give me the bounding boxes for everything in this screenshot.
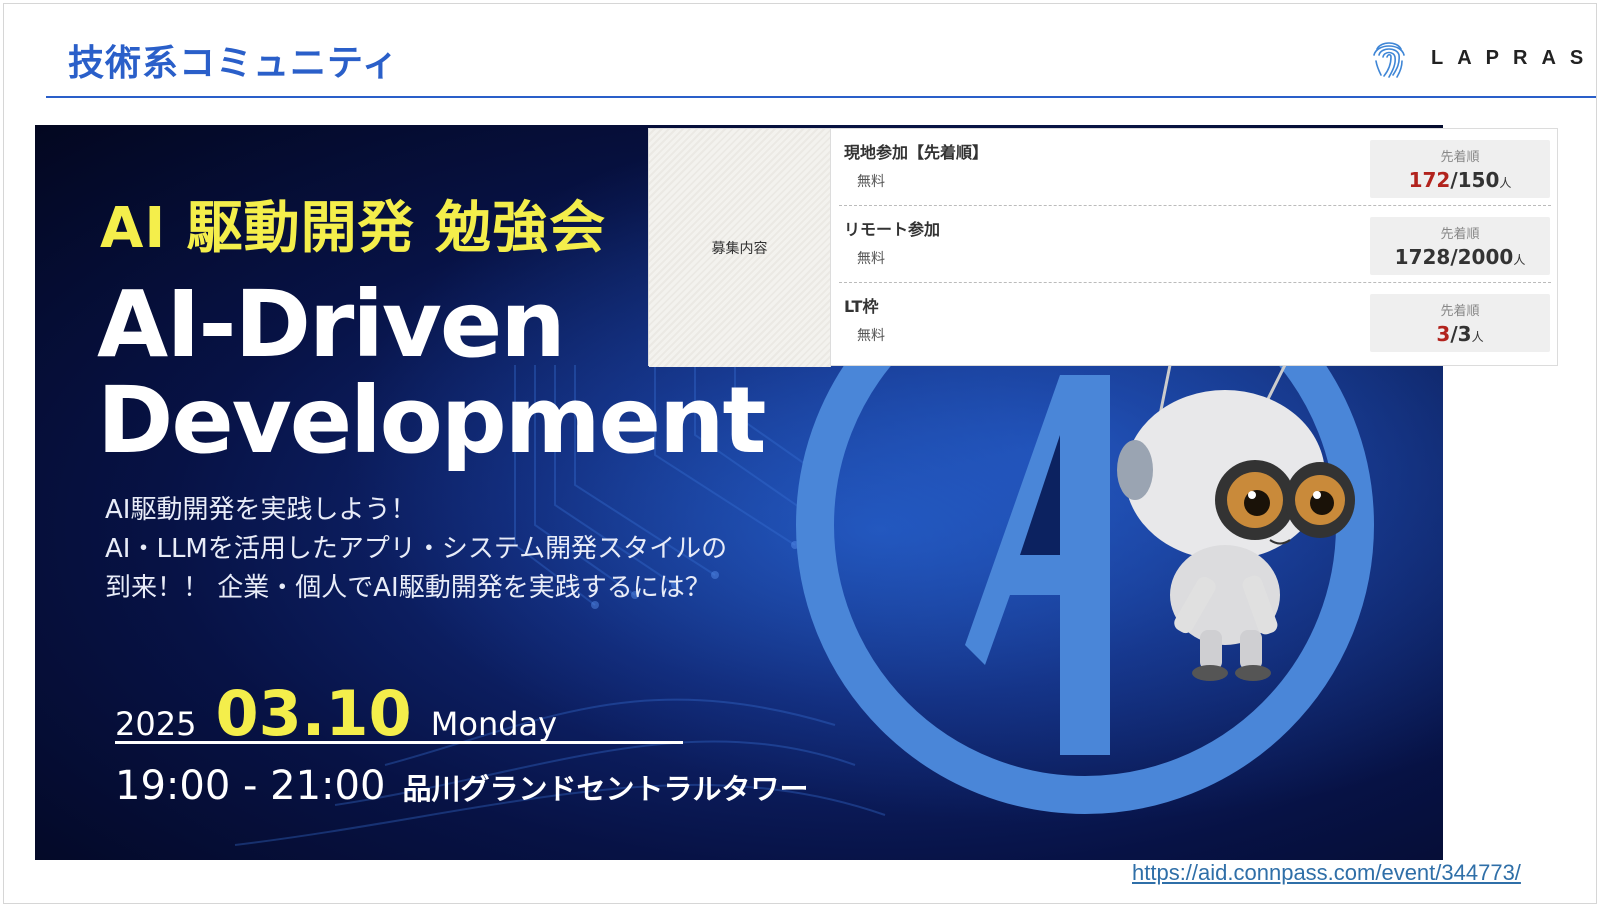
banner-hours: 19:00 - 21:00 [115,763,386,809]
count-unit: 人 [1471,330,1484,344]
banner-month-day: 03.10 [215,677,412,750]
capacity-limit: 3 [1457,322,1472,346]
count-unit: 人 [1513,253,1526,267]
banner-time-venue: 19:00 - 21:00 品川グランドセントラルタワー [115,763,809,809]
banner-divider [115,741,683,744]
banner-desc-line: AI駆動開発を実践しよう！ [105,495,417,525]
capacity-type: 先着順 [1440,227,1480,242]
banner-venue: 品川グランドセントラルタワー [402,772,809,806]
lapras-logo: LAPRAS [1369,34,1597,82]
current-count: 1728 [1394,245,1451,269]
current-count: 172 [1408,168,1451,192]
event-link[interactable]: https://aid.connpass.com/event/344773/ [1132,860,1521,886]
row-name: LT枠 [844,297,879,316]
banner-description: AI駆動開発を実践しよう！ AI・LLMを活用したアプリ・システム開発スタイルの… [105,491,727,608]
count-separator: / [1450,322,1458,346]
count-separator: / [1450,168,1458,192]
logo-wordmark: LAPRAS [1431,46,1597,69]
count-separator: / [1450,245,1458,269]
capacity-limit: 2000 [1457,245,1514,269]
capacity-count: 172/150人 [1370,168,1550,192]
row-fee: 無料 [857,251,885,267]
banner-en-title-line2: Development [97,367,766,474]
capacity-box: 先着順 1728/2000人 [1370,217,1550,275]
banner-desc-line: AI・LLMを活用したアプリ・システム開発スタイルの [105,534,728,564]
recruitment-row: リモート参加 無料 先着順 1728/2000人 [839,206,1551,283]
capacity-box: 先着順 3/3人 [1370,294,1550,352]
capacity-count: 3/3人 [1370,322,1550,346]
capacity-type: 先着順 [1440,304,1480,319]
fingerprint-icon [1373,42,1405,78]
row-name: 現地参加【先着順】 [844,143,989,162]
banner-desc-line: 到来！！ 企業・個人でAI駆動開発を実践するには？ [105,573,711,603]
banner-jp-title: AI 駆動開発 勉強会 [100,196,607,261]
row-name: リモート参加 [844,220,941,239]
slide-title: 技術系コミュニティ [68,43,399,84]
current-count: 3 [1436,322,1451,346]
recruitment-panel: 募集内容 現地参加【先着順】 無料 先着順 172/150人 リモート参加 無料… [648,128,1558,367]
recruitment-label: 募集内容 [649,129,831,367]
recruitment-row: 現地参加【先着順】 無料 先着順 172/150人 [839,129,1551,206]
banner-date: 2025 03.10 Monday [115,677,557,750]
capacity-limit: 150 [1457,168,1500,192]
count-unit: 人 [1499,176,1512,190]
capacity-type: 先着順 [1440,150,1480,165]
row-fee: 無料 [857,328,885,344]
capacity-count: 1728/2000人 [1370,245,1550,269]
recruitment-row: LT枠 無料 先着順 3/3人 [839,283,1551,359]
banner-weekday: Monday [430,705,558,743]
slide: 技術系コミュニティ LAPRAS AI 駆動開発 勉強会 AI-Driven D… [3,3,1597,904]
row-fee: 無料 [857,174,885,190]
capacity-box: 先着順 172/150人 [1370,140,1550,198]
title-divider [46,96,1596,98]
banner-year: 2025 [115,705,197,743]
